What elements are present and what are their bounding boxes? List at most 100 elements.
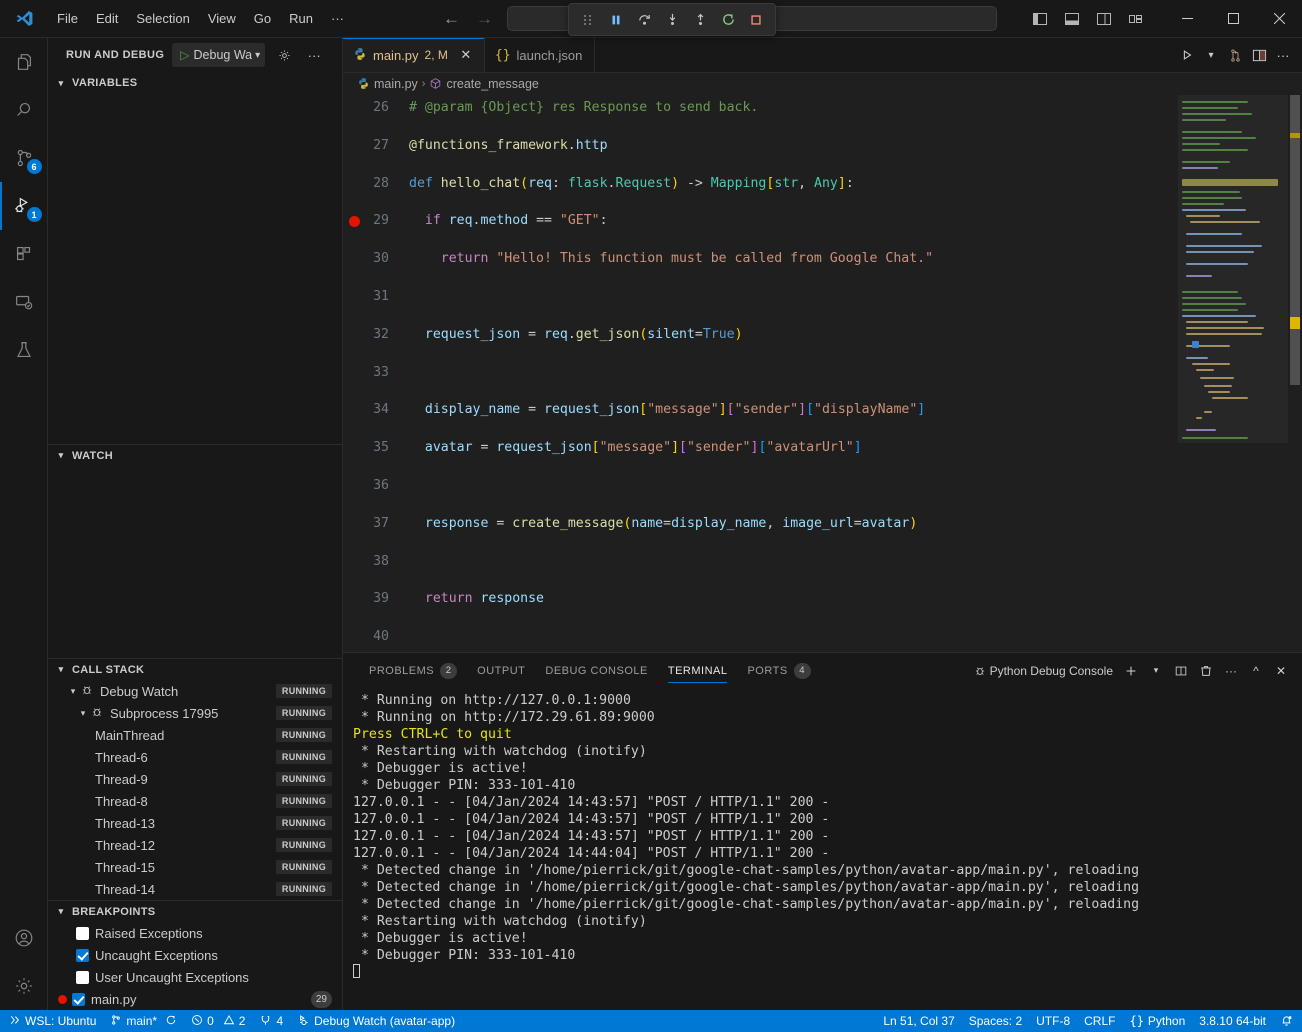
section-breakpoints-header[interactable]: ▾ BREAKPOINTS bbox=[48, 900, 342, 922]
breakpoint-row[interactable]: User Uncaught Exceptions bbox=[48, 966, 342, 988]
call-stack-row[interactable]: Thread-13 RUNNING bbox=[48, 812, 342, 834]
editor-vertical-scrollbar[interactable] bbox=[1288, 95, 1302, 652]
toggle-primary-sidebar-icon[interactable] bbox=[1026, 5, 1054, 33]
menu-view[interactable]: View bbox=[199, 8, 245, 29]
chevron-down-icon[interactable]: ▾ bbox=[252, 50, 263, 61]
section-watch-header[interactable]: ▾ WATCH bbox=[48, 444, 342, 466]
step-over-icon[interactable] bbox=[631, 7, 657, 33]
activitybar-explorer[interactable] bbox=[0, 38, 48, 86]
split-terminal-icon[interactable] bbox=[1170, 660, 1192, 682]
step-out-icon[interactable] bbox=[687, 7, 713, 33]
forward-arrow-icon[interactable]: → bbox=[476, 10, 493, 27]
status-python-version[interactable]: 3.8.10 64-bit bbox=[1192, 1010, 1273, 1032]
restart-icon[interactable] bbox=[715, 7, 741, 33]
activitybar-manage-settings[interactable] bbox=[0, 962, 48, 1010]
window-maximize-button[interactable] bbox=[1210, 0, 1256, 38]
menu-go[interactable]: Go bbox=[245, 8, 280, 29]
call-stack-row[interactable]: MainThread RUNNING bbox=[48, 724, 342, 746]
toggle-secondary-sidebar-icon[interactable] bbox=[1090, 5, 1118, 33]
maximize-panel-icon[interactable]: ^ bbox=[1245, 660, 1267, 682]
call-stack-row[interactable]: Thread-12 RUNNING bbox=[48, 834, 342, 856]
close-icon[interactable]: ✕ bbox=[458, 47, 474, 63]
minimap[interactable] bbox=[1178, 95, 1288, 652]
status-branch[interactable]: main* bbox=[103, 1010, 184, 1032]
call-stack-row[interactable]: Thread-14 RUNNING bbox=[48, 878, 342, 900]
activitybar-testing[interactable] bbox=[0, 326, 48, 374]
open-launch-settings-icon[interactable] bbox=[273, 44, 295, 66]
terminal-output[interactable]: * Running on http://127.0.0.1:9000 * Run… bbox=[343, 688, 1302, 1010]
call-stack-row[interactable]: ▾ Debug Watch RUNNING bbox=[48, 680, 342, 702]
customize-layout-icon[interactable] bbox=[1122, 5, 1150, 33]
status-indentation[interactable]: Spaces: 2 bbox=[962, 1010, 1029, 1032]
breadcrumb-symbol[interactable]: create_message bbox=[446, 77, 538, 91]
code-content[interactable]: 26# @param {Object} res Response to send… bbox=[343, 95, 1178, 652]
step-into-icon[interactable] bbox=[659, 7, 685, 33]
checkbox-checked[interactable] bbox=[72, 993, 85, 1006]
status-cursor-position[interactable]: Ln 51, Col 37 bbox=[876, 1010, 961, 1032]
section-call-stack-header[interactable]: ▾ CALL STACK bbox=[48, 658, 342, 680]
activitybar-search[interactable] bbox=[0, 86, 48, 134]
menu-file[interactable]: File bbox=[48, 8, 87, 29]
active-terminal-name[interactable]: Python Debug Console bbox=[990, 664, 1113, 678]
split-editor-icon[interactable] bbox=[1248, 44, 1270, 66]
close-panel-icon[interactable]: ✕ bbox=[1270, 660, 1292, 682]
toggle-panel-icon[interactable] bbox=[1058, 5, 1086, 33]
back-arrow-icon[interactable]: ← bbox=[443, 10, 460, 27]
code-editor[interactable]: 26# @param {Object} res Response to send… bbox=[343, 95, 1302, 652]
tab-terminal[interactable]: TERMINAL bbox=[658, 653, 738, 688]
activitybar-accounts[interactable] bbox=[0, 914, 48, 962]
pause-icon[interactable] bbox=[603, 7, 629, 33]
chevron-down-icon[interactable]: ▾ bbox=[76, 708, 90, 719]
debug-launch-config-dropdown[interactable]: ▷ Debug Wa ▾ bbox=[172, 43, 265, 67]
call-stack-row[interactable]: Thread-8 RUNNING bbox=[48, 790, 342, 812]
window-close-button[interactable] bbox=[1256, 0, 1302, 38]
activitybar-run-and-debug[interactable]: 1 bbox=[0, 182, 48, 230]
tab-launch-json[interactable]: {} launch.json bbox=[485, 38, 595, 72]
sidebar-more-actions-icon[interactable]: ··· bbox=[303, 44, 325, 66]
minimap-slider[interactable] bbox=[1178, 95, 1288, 443]
tab-problems[interactable]: PROBLEMS 2 bbox=[359, 653, 467, 688]
status-remote-indicator[interactable]: WSL: Ubuntu bbox=[2, 1010, 103, 1032]
sync-icon[interactable] bbox=[165, 1014, 177, 1028]
run-python-file-icon[interactable] bbox=[1176, 44, 1198, 66]
activitybar-extensions[interactable] bbox=[0, 230, 48, 278]
stop-icon[interactable] bbox=[743, 7, 769, 33]
source-code[interactable]: 26# @param {Object} res Response to send… bbox=[343, 95, 1178, 652]
activitybar-source-control[interactable]: 6 bbox=[0, 134, 48, 182]
breadcrumb-file[interactable]: main.py bbox=[374, 77, 418, 91]
tab-debug-console[interactable]: DEBUG CONSOLE bbox=[535, 653, 657, 688]
chevron-down-icon[interactable]: ▾ bbox=[1200, 44, 1222, 66]
menu-edit[interactable]: Edit bbox=[87, 8, 127, 29]
call-stack-row[interactable]: Thread-9 RUNNING bbox=[48, 768, 342, 790]
section-variables-header[interactable]: ▾ VARIABLES bbox=[48, 72, 342, 94]
status-eol[interactable]: CRLF bbox=[1077, 1010, 1122, 1032]
scrollbar-thumb[interactable] bbox=[1290, 95, 1300, 385]
checkbox-unchecked[interactable] bbox=[76, 971, 89, 984]
tab-output[interactable]: OUTPUT bbox=[467, 653, 535, 688]
new-terminal-icon[interactable] bbox=[1120, 660, 1142, 682]
breakpoint-row[interactable]: main.py 29 bbox=[48, 988, 342, 1010]
status-ports[interactable]: 4 bbox=[252, 1010, 290, 1032]
more-actions-icon[interactable]: ··· bbox=[1272, 44, 1294, 66]
window-minimize-button[interactable] bbox=[1164, 0, 1210, 38]
more-actions-icon[interactable]: ··· bbox=[1220, 660, 1242, 682]
tab-ports[interactable]: PORTS 4 bbox=[737, 653, 820, 688]
call-stack-row[interactable]: Thread-6 RUNNING bbox=[48, 746, 342, 768]
status-encoding[interactable]: UTF-8 bbox=[1029, 1010, 1077, 1032]
status-notifications[interactable] bbox=[1273, 1010, 1300, 1032]
menu-more[interactable]: ··· bbox=[322, 8, 353, 29]
checkbox-checked[interactable] bbox=[76, 949, 89, 962]
breakpoint-row[interactable]: Raised Exceptions bbox=[48, 922, 342, 944]
call-stack-row[interactable]: Thread-15 RUNNING bbox=[48, 856, 342, 878]
status-language-mode[interactable]: {} Python bbox=[1122, 1010, 1192, 1032]
debug-toolbar[interactable] bbox=[568, 3, 776, 36]
tab-main-py[interactable]: main.py 2, M ✕ bbox=[343, 38, 485, 72]
drag-handle-icon[interactable] bbox=[575, 7, 601, 33]
menu-run[interactable]: Run bbox=[280, 8, 322, 29]
start-debugging-icon[interactable]: ▷ bbox=[176, 48, 193, 62]
source-control-compare-icon[interactable] bbox=[1224, 44, 1246, 66]
status-debug-session[interactable]: Debug Watch (avatar-app) bbox=[290, 1010, 462, 1032]
status-problems[interactable]: 0 2 bbox=[184, 1010, 252, 1032]
chevron-down-icon[interactable]: ▾ bbox=[66, 686, 80, 697]
chevron-down-icon[interactable]: ▾ bbox=[1145, 660, 1167, 682]
